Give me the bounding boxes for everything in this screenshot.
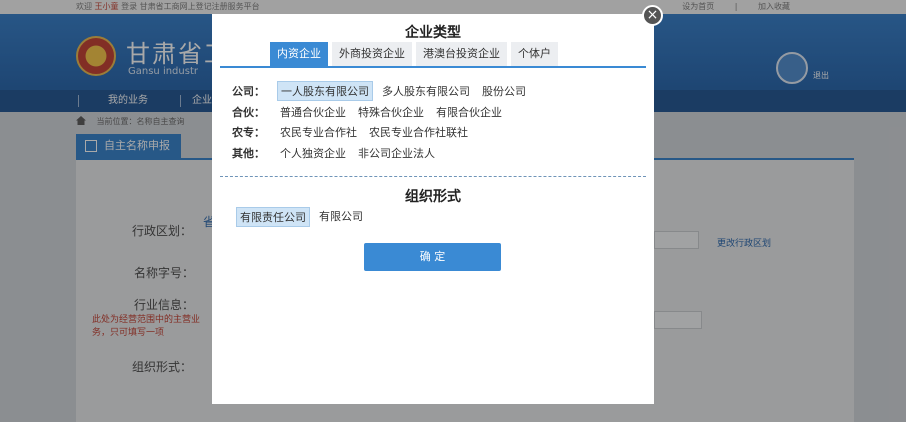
option-sole-proprietorship[interactable]: 个人独资企业 — [277, 144, 349, 162]
tab-domestic[interactable]: 内资企业 — [270, 42, 328, 66]
category-key: 其他： — [232, 147, 265, 160]
category-row-partnership: 合伙： 普通合伙企业 特殊合伙企业 有限合伙企业 — [232, 103, 511, 121]
category-row-company: 公司： 一人股东有限公司 多人股东有限公司 股份公司 — [232, 81, 535, 101]
org-form-title: 组织形式 — [405, 189, 461, 205]
close-icon[interactable]: × — [642, 5, 663, 26]
org-form-options: 有限责任公司 有限公司 — [236, 207, 372, 227]
option-multi-shareholder-llc[interactable]: 多人股东有限公司 — [379, 82, 473, 100]
tab-foreign[interactable]: 外商投资企业 — [332, 42, 412, 66]
tab-underline — [220, 66, 646, 68]
category-key: 合伙： — [232, 106, 265, 119]
option-farmer-cooperative[interactable]: 农民专业合作社 — [277, 123, 360, 141]
enterprise-type-dialog: 企业类型 内资企业 外商投资企业 港澳台投资企业 个体户 公司： 一人股东有限公… — [212, 14, 654, 404]
section-divider — [220, 176, 646, 177]
tab-individual[interactable]: 个体户 — [511, 42, 558, 66]
option-one-shareholder-llc[interactable]: 一人股东有限公司 — [277, 81, 373, 101]
dialog-title: 企业类型 — [405, 25, 461, 41]
confirm-button[interactable]: 确 定 — [364, 243, 501, 271]
option-general-partnership[interactable]: 普通合伙企业 — [277, 103, 349, 121]
option-joint-stock[interactable]: 股份公司 — [479, 82, 529, 100]
tab-hk-macao-taiwan[interactable]: 港澳台投资企业 — [416, 42, 507, 66]
option-special-partnership[interactable]: 特殊合伙企业 — [355, 103, 427, 121]
category-row-other: 其他： 个人独资企业 非公司企业法人 — [232, 144, 444, 162]
category-row-cooperative: 农专： 农民专业合作社 农民专业合作社联社 — [232, 123, 477, 141]
option-non-company-legal-person[interactable]: 非公司企业法人 — [355, 144, 438, 162]
category-key: 公司： — [232, 85, 265, 98]
enterprise-type-tabs: 内资企业 外商投资企业 港澳台投资企业 个体户 — [270, 42, 562, 66]
option-limited-partnership[interactable]: 有限合伙企业 — [433, 103, 505, 121]
category-key: 农专： — [232, 126, 265, 139]
option-farmer-cooperative-union[interactable]: 农民专业合作社联社 — [366, 123, 471, 141]
option-limited-liability-company[interactable]: 有限责任公司 — [236, 207, 310, 227]
option-limited-company[interactable]: 有限公司 — [316, 207, 366, 227]
